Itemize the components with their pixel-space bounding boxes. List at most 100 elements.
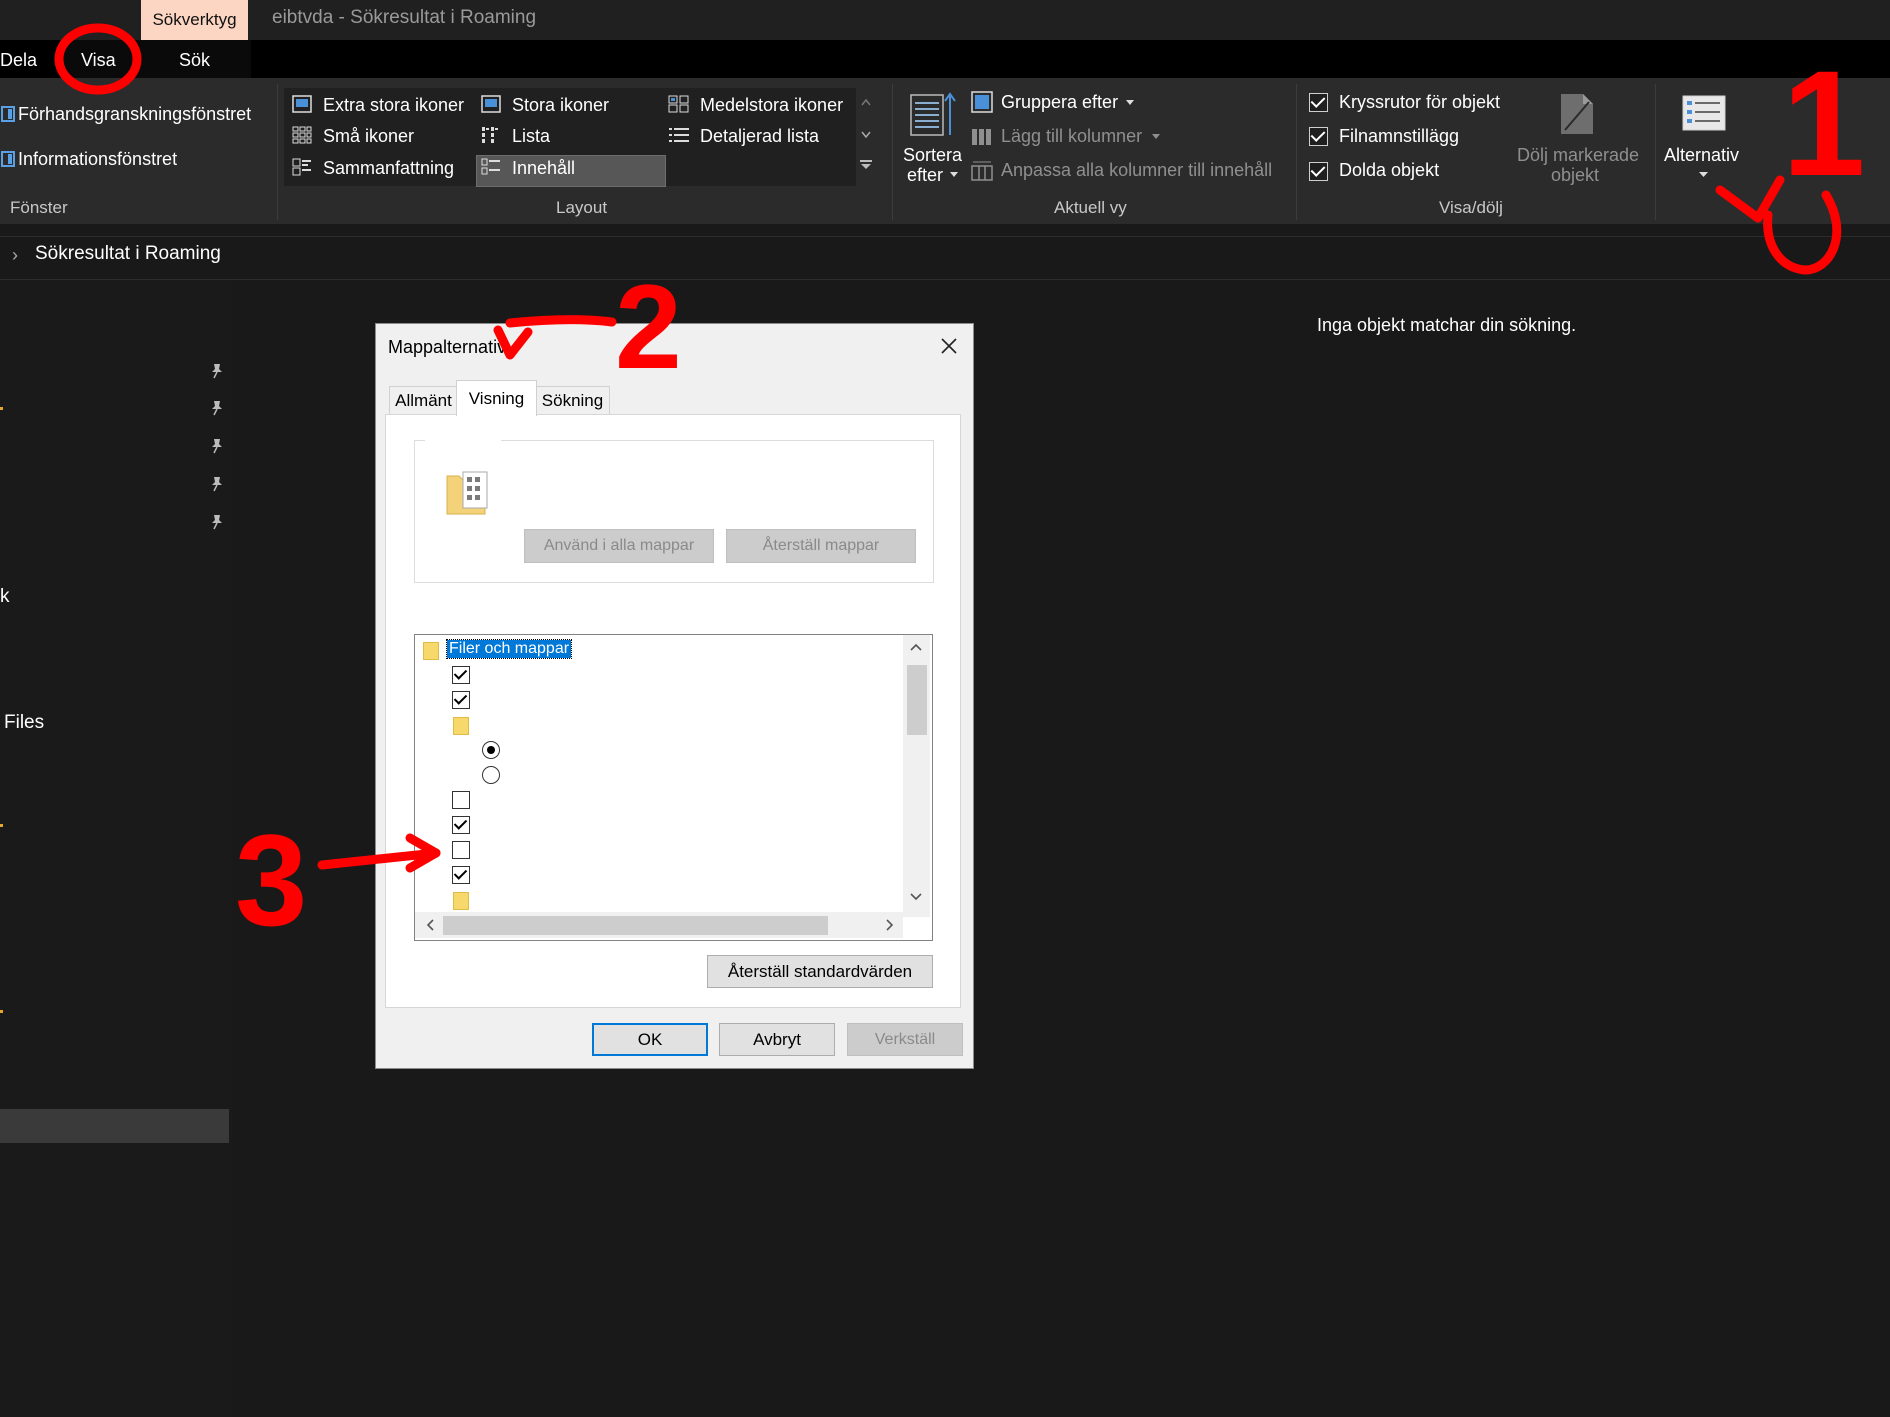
- checkbox-item-checkboxes[interactable]: [452, 691, 470, 709]
- gallery-scroll-down-icon[interactable]: [861, 130, 871, 138]
- layout-list[interactable]: Lista: [512, 126, 550, 147]
- address-bar[interactable]: [0, 236, 1890, 280]
- tab-visa[interactable]: Visa: [81, 50, 116, 71]
- breadcrumb-chevron-icon[interactable]: ›: [12, 245, 18, 266]
- checkbox-share-wizard[interactable]: [452, 666, 470, 684]
- group-label-layout: Layout: [556, 198, 608, 217]
- pin-icon[interactable]: [211, 476, 223, 492]
- advanced-settings-label: Avancerade inställningar:: [414, 606, 594, 623]
- dialog-title: Mappalternativ: [388, 337, 507, 357]
- ribbon-separator: [1296, 84, 1297, 220]
- breadcrumb[interactable]: Sökresultat i Roaming: [35, 243, 221, 265]
- pin-icon[interactable]: [211, 363, 223, 379]
- scroll-down-icon[interactable]: [910, 893, 922, 901]
- tree-item-label: Visa inte dolda filer, mappar och enhete…: [509, 765, 796, 782]
- sort-by-label-1[interactable]: Sortera: [903, 145, 962, 166]
- folder-icon: [453, 717, 469, 735]
- scroll-thumb[interactable]: [907, 665, 927, 735]
- tree-item-hidden-files[interactable]: Dolda filer och mappar: [480, 715, 641, 733]
- nav-item-files[interactable]: Files: [4, 712, 44, 734]
- nav-item-fragment: [0, 824, 3, 827]
- pin-icon[interactable]: [211, 400, 223, 416]
- layout-large-icons[interactable]: Stora ikoner: [512, 95, 609, 116]
- group-label-aktuell-vy: Aktuell vy: [1054, 198, 1127, 217]
- tab-allmant[interactable]: Allmänt: [389, 386, 458, 416]
- checkbox-hide-empty-drives[interactable]: [452, 866, 470, 884]
- options-dropdown-icon[interactable]: [1699, 172, 1708, 178]
- tree-item-files-and-folders[interactable]: Filer och mappar: [445, 639, 573, 659]
- ribbon-tab-bar: [0, 40, 1890, 78]
- details-pane-button[interactable]: Informationsfönstret: [18, 149, 177, 170]
- layout-small-icons[interactable]: Små ikoner: [323, 126, 414, 147]
- layout-content[interactable]: Innehåll: [512, 158, 575, 179]
- tree-item-label: Visa dolda filer, mappar och enheter: [509, 740, 765, 757]
- checkbox-hide-protected-os-files[interactable]: [452, 841, 470, 859]
- folder-views-label: Mappvyer: [425, 430, 502, 448]
- file-extensions-checkbox[interactable]: [1309, 127, 1328, 146]
- group-label-fonster: Fönster: [10, 198, 68, 217]
- sort-by-label-2[interactable]: efter: [907, 165, 943, 186]
- tree-item-label: Använd kryssrutor för att markera objekt: [480, 690, 765, 707]
- close-icon[interactable]: [938, 335, 960, 357]
- sort-dropdown-icon: [950, 172, 958, 178]
- tab-sok[interactable]: Sök: [179, 50, 210, 71]
- layout-medium-icons[interactable]: Medelstora ikoner: [700, 95, 843, 116]
- ok-button[interactable]: OK: [592, 1023, 708, 1056]
- hidden-items-checkbox[interactable]: [1309, 162, 1328, 181]
- pin-icon[interactable]: [211, 514, 223, 530]
- hide-selected-label-2[interactable]: objekt: [1551, 165, 1599, 186]
- details-icon: [668, 126, 690, 144]
- hide-selected-label-1[interactable]: Dölj markerade: [1517, 145, 1639, 166]
- add-columns-button[interactable]: Lägg till kolumner: [1001, 126, 1142, 147]
- hidden-items-label: Dolda objekt: [1339, 160, 1440, 180]
- folder-views-icon: [445, 468, 491, 516]
- radio-dont-show-hidden[interactable]: [482, 766, 500, 784]
- context-tab-search-tools[interactable]: Sökverktyg: [141, 0, 248, 40]
- options-icon: [1682, 95, 1726, 131]
- preview-pane-icon: [1, 106, 15, 122]
- tab-sokning[interactable]: Sökning: [535, 386, 610, 416]
- cancel-button[interactable]: Avbryt: [719, 1023, 835, 1056]
- folder-icon: [423, 642, 439, 660]
- tab-visning[interactable]: Visning: [456, 380, 537, 416]
- tree-item-typing-in-list[interactable]: Vid inmatning i listvyer: [480, 890, 639, 908]
- add-columns-icon: [971, 125, 993, 147]
- checkbox-hide-merge-conflicts[interactable]: [452, 816, 470, 834]
- scroll-up-icon[interactable]: [910, 643, 922, 651]
- pin-icon[interactable]: [211, 438, 223, 454]
- empty-results-message: Inga objekt matchar din sökning.: [1317, 315, 1577, 335]
- apply-to-folders-button[interactable]: Använd i alla mappar: [524, 529, 714, 563]
- content-icon: [481, 158, 501, 176]
- group-by-button[interactable]: Gruppera efter: [1001, 92, 1118, 113]
- layout-tiles[interactable]: Sammanfattning: [323, 158, 454, 179]
- file-extensions-label: Filnamnstillägg: [1339, 126, 1460, 146]
- list-icon: [481, 126, 501, 144]
- radio-show-hidden[interactable]: [482, 741, 500, 759]
- item-checkboxes-checkbox[interactable]: [1309, 93, 1328, 112]
- layout-details[interactable]: Detaljerad lista: [700, 126, 819, 147]
- nav-item-fragment: [0, 407, 3, 410]
- tree-item-label: Dölj tomma enheter: [480, 865, 620, 882]
- nav-item-selected[interactable]: [0, 1109, 229, 1143]
- scroll-thumb[interactable]: [443, 916, 828, 935]
- layout-extra-large-icons[interactable]: Extra stora ikoner: [323, 95, 464, 116]
- fit-columns-button[interactable]: Anpassa alla kolumner till innehåll: [1001, 160, 1272, 181]
- group-by-icon: [971, 91, 993, 113]
- window-title: eibtvda - Sökresultat i Roaming: [272, 7, 537, 28]
- restore-defaults-button[interactable]: Återställ standardvärden: [707, 955, 933, 988]
- group-label-visa-dolj: Visa/dölj: [1439, 198, 1503, 217]
- nav-item-fragment[interactable]: k: [0, 586, 10, 608]
- reset-folders-button[interactable]: Återställ mappar: [726, 529, 916, 563]
- preview-pane-button[interactable]: Förhandsgranskningsfönstret: [18, 104, 251, 125]
- scroll-right-icon[interactable]: [886, 919, 894, 931]
- tree-item-label: Använd guiden Dela (rekommenderas): [480, 665, 755, 682]
- checkbox-hide-extensions[interactable]: [452, 791, 470, 809]
- scroll-left-icon[interactable]: [426, 919, 434, 931]
- apply-button[interactable]: Verkställ: [847, 1023, 963, 1056]
- gallery-scroll-up-icon[interactable]: [861, 98, 871, 106]
- options-button[interactable]: Alternativ: [1664, 145, 1739, 166]
- tab-dela[interactable]: Dela: [0, 50, 37, 71]
- tiles-icon: [292, 158, 312, 176]
- medium-icons-icon: [668, 95, 690, 113]
- gallery-more-icon[interactable]: [860, 160, 872, 170]
